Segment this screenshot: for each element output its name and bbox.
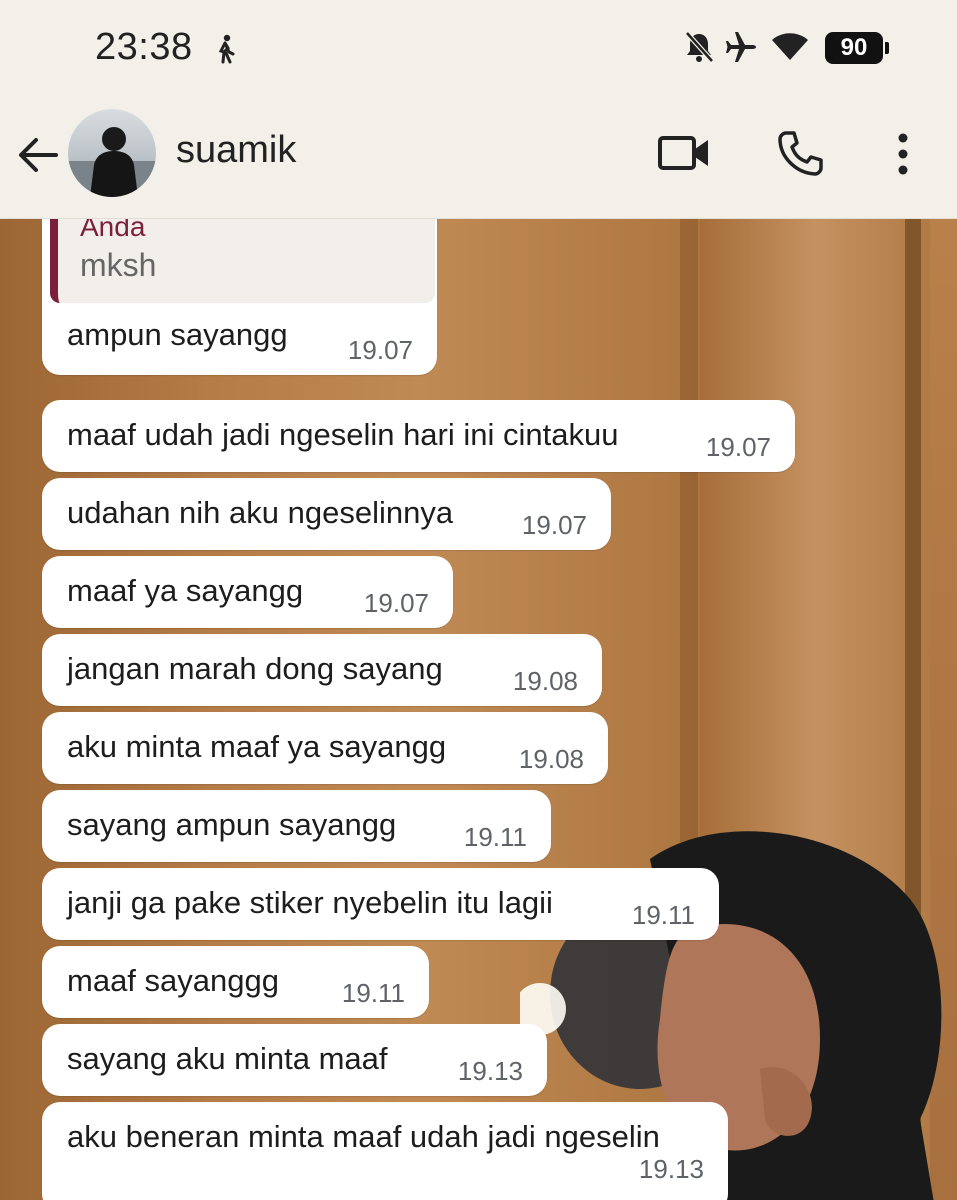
chat-header: suamik — [0, 95, 957, 219]
message-text: aku beneran minta maaf udah jadi ngeseli… — [67, 1119, 660, 1154]
reply-quote-author: Anda — [80, 219, 146, 242]
back-arrow-icon[interactable] — [16, 133, 60, 177]
message-time: 19.07 — [521, 510, 587, 540]
message-bubble[interactable]: aku beneran minta maaf udah jadi ngeseli… — [42, 1102, 728, 1200]
message-bubble[interactable]: maaf udah jadi ngeselin hari ini cintaku… — [42, 400, 795, 472]
message-time: 19.07 — [705, 432, 771, 462]
message-time: 19.07 — [363, 588, 429, 618]
message-text: sayang aku minta maaf — [67, 1041, 388, 1076]
message-bubble[interactable]: sayang ampun sayangg 19.11 — [42, 790, 551, 862]
message-bubble[interactable]: janji ga pake stiker nyebelin itu lagii … — [42, 868, 719, 940]
wifi-icon — [772, 33, 808, 60]
message-text: udahan nih aku ngeselinnya — [67, 495, 454, 530]
message-bubble[interactable]: sayang aku minta maaf 19.13 — [42, 1024, 547, 1096]
status-bar: 23:38 90 — [0, 0, 957, 95]
status-time: 23:38 — [95, 26, 193, 68]
message-time: 19.08 — [518, 744, 584, 774]
message-time: 19.11 — [631, 900, 695, 930]
message-text: aku minta maaf ya sayangg — [67, 729, 447, 764]
message-bubble[interactable]: udahan nih aku ngeselinnya 19.07 — [42, 478, 611, 550]
reply-quote[interactable]: Anda mksh — [50, 219, 435, 303]
reply-quote-text: mksh — [80, 247, 157, 283]
bell-muted-icon — [685, 31, 714, 63]
message-text: maaf udah jadi ngeselin hari ini cintaku… — [67, 417, 619, 452]
message-time: 19.11 — [463, 822, 527, 852]
video-call-icon[interactable] — [657, 131, 711, 175]
airplane-mode-icon — [726, 32, 756, 62]
phone-call-icon[interactable] — [776, 129, 824, 177]
message-text: jangan marah dong sayang — [67, 651, 443, 686]
more-options-icon[interactable] — [888, 131, 918, 177]
battery-indicator: 90 — [825, 32, 889, 64]
message-text: janji ga pake stiker nyebelin itu lagii — [67, 885, 553, 920]
contact-avatar[interactable] — [68, 109, 156, 197]
message-text: sayang ampun sayangg — [67, 807, 397, 842]
message-bubble[interactable]: maaf ya sayangg 19.07 — [42, 556, 453, 628]
message-time: 19.07 — [347, 335, 413, 365]
chat-background: Anda mksh ampun sayangg 19.07 maaf udah … — [0, 219, 957, 1200]
message-bubble[interactable]: Anda mksh ampun sayangg 19.07 — [42, 219, 437, 375]
walking-icon — [218, 34, 235, 64]
battery-level: 90 — [840, 34, 868, 61]
message-time: 19.11 — [341, 978, 405, 1008]
message-time: 19.13 — [457, 1056, 523, 1086]
message-text: ampun sayangg — [67, 317, 288, 352]
message-time: 19.08 — [512, 666, 578, 696]
person-silhouette-icon — [68, 127, 156, 197]
message-bubble[interactable]: aku minta maaf ya sayangg 19.08 — [42, 712, 608, 784]
message-text: maaf ya sayangg — [67, 573, 304, 608]
message-bubble[interactable]: maaf sayanggg 19.11 — [42, 946, 429, 1018]
contact-name[interactable]: suamik — [176, 129, 296, 172]
message-text: maaf sayanggg — [67, 963, 279, 998]
message-time: 19.13 — [638, 1154, 704, 1184]
message-bubble[interactable]: jangan marah dong sayang 19.08 — [42, 634, 602, 706]
